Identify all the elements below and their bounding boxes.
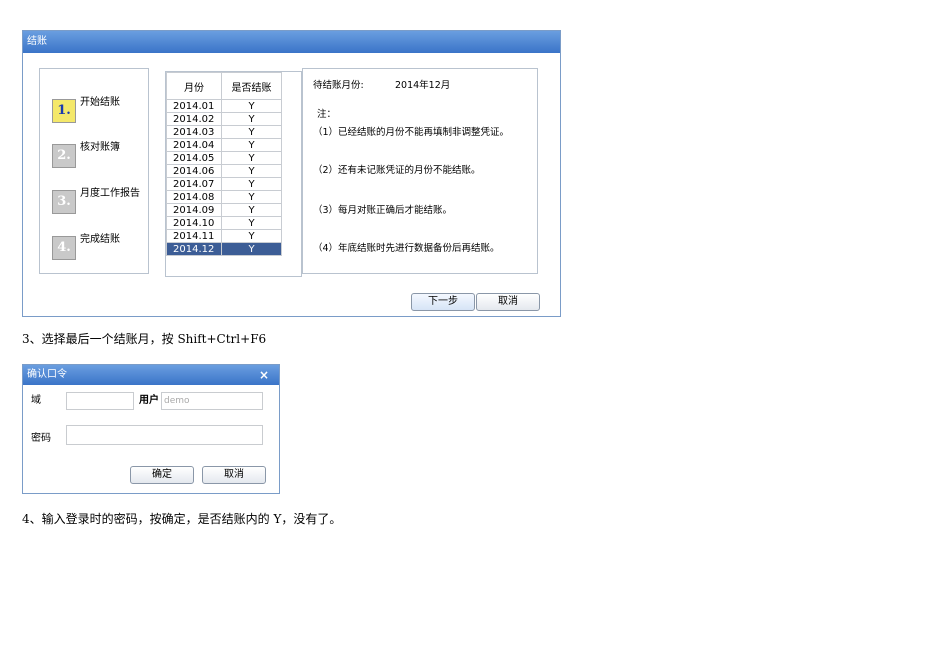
table-row[interactable]: 2014.05 Y (166, 151, 282, 165)
closed-cell: Y (221, 242, 282, 256)
step4-text: 4、输入登录时的密码，按确定，是否结账内的 Y，没有了。 (22, 512, 342, 526)
note-item: （3）每月对账正确后才能结账。 (313, 205, 453, 216)
step-label: 开始结账 (80, 97, 120, 108)
month-cell: 2014.08 (166, 190, 222, 204)
cancel-button[interactable]: 取消 (476, 293, 540, 311)
step-2-icon: 2. (52, 144, 76, 168)
col-header-month: 月份 (166, 72, 222, 100)
table-row[interactable]: 2014.12 Y (166, 242, 282, 256)
col-header-closed: 是否结账 (221, 72, 282, 100)
pending-value: 2014年12月 (395, 80, 451, 91)
month-cell: 2014.12 (166, 242, 222, 256)
closed-cell: Y (221, 138, 282, 152)
month-cell: 2014.07 (166, 177, 222, 191)
month-cell: 2014.04 (166, 138, 222, 152)
confirm-password-dialog: 确认口令 × 域 用户 demo 密码 确定 取消 (22, 364, 280, 494)
table-row[interactable]: 2014.03 Y (166, 125, 282, 139)
month-cell: 2014.05 (166, 151, 222, 165)
step-label: 核对账簿 (80, 142, 120, 153)
dialog-title: 确认口令 × (23, 365, 279, 385)
dialog-title: 结账 (23, 31, 560, 53)
table-row[interactable]: 2014.04 Y (166, 138, 282, 152)
month-table-panel: 月份 是否结账 2014.01 Y 2014.02 Y 2014.03 Y 2014.04 Y 2… (165, 71, 302, 277)
next-button[interactable]: 下一步 (411, 293, 475, 311)
table-row[interactable]: 2014.02 Y (166, 112, 282, 126)
note-item: （2）还有未记账凭证的月份不能结账。 (313, 165, 481, 176)
closed-cell: Y (221, 203, 282, 217)
steps-panel: 1. 开始结账 2. 核对账簿 3. 月度工作报告 4. 完成结账 (39, 68, 149, 274)
step-3-icon: 3. (52, 190, 76, 214)
cancel-button[interactable]: 取消 (202, 466, 266, 484)
month-cell: 2014.06 (166, 164, 222, 178)
table-row[interactable]: 2014.09 Y (166, 203, 282, 217)
month-cell: 2014.11 (166, 229, 222, 243)
closed-cell: Y (221, 99, 282, 113)
month-cell: 2014.03 (166, 125, 222, 139)
month-cell: 2014.09 (166, 203, 222, 217)
closed-cell: Y (221, 151, 282, 165)
dialog-title-text: 确认口令 (27, 369, 67, 380)
table-row[interactable]: 2014.10 Y (166, 216, 282, 230)
closed-cell: Y (221, 216, 282, 230)
note-item: （4）年底结账时先进行数据备份后再结账。 (313, 243, 500, 254)
table-row[interactable]: 2014.06 Y (166, 164, 282, 178)
close-account-dialog: 结账 1. 开始结账 2. 核对账簿 3. 月度工作报告 4. 完成结账 月份 是否结账 … (22, 30, 561, 317)
closed-cell: Y (221, 164, 282, 178)
user-input[interactable]: demo (161, 392, 263, 410)
step-4-icon: 4. (52, 236, 76, 260)
table-row[interactable]: 2014.08 Y (166, 190, 282, 204)
step-1-icon: 1. (52, 99, 76, 123)
closed-cell: Y (221, 190, 282, 204)
closed-cell: Y (221, 125, 282, 139)
closed-cell: Y (221, 177, 282, 191)
month-cell: 2014.02 (166, 112, 222, 126)
ok-button[interactable]: 确定 (130, 466, 194, 484)
month-cell: 2014.01 (166, 99, 222, 113)
step3-text: 3、选择最后一个结账月，按 Shift+Ctrl+F6 (22, 332, 267, 346)
month-table: 月份 是否结账 2014.01 Y 2014.02 Y 2014.03 Y 2014.04 Y 2… (166, 72, 282, 256)
step-label: 完成结账 (80, 234, 120, 245)
closed-cell: Y (221, 229, 282, 243)
step-label: 月度工作报告 (80, 188, 140, 199)
table-row[interactable]: 2014.01 Y (166, 99, 282, 113)
note-item: （1）已经结账的月份不能再填制非调整凭证。 (313, 127, 510, 138)
password-label: 密码 (31, 433, 51, 444)
domain-input[interactable] (66, 392, 134, 410)
close-icon[interactable]: × (259, 365, 269, 385)
closed-cell: Y (221, 112, 282, 126)
table-row[interactable]: 2014.11 Y (166, 229, 282, 243)
domain-label: 域 (31, 395, 41, 406)
table-row[interactable]: 2014.07 Y (166, 177, 282, 191)
user-label: 用户 (139, 395, 159, 406)
info-panel: 待结账月份: 2014年12月 注： （1）已经结账的月份不能再填制非调整凭证。… (302, 68, 538, 274)
month-cell: 2014.10 (166, 216, 222, 230)
pending-label: 待结账月份: (313, 80, 364, 91)
note-title: 注： (317, 109, 337, 120)
password-input[interactable] (66, 425, 263, 445)
